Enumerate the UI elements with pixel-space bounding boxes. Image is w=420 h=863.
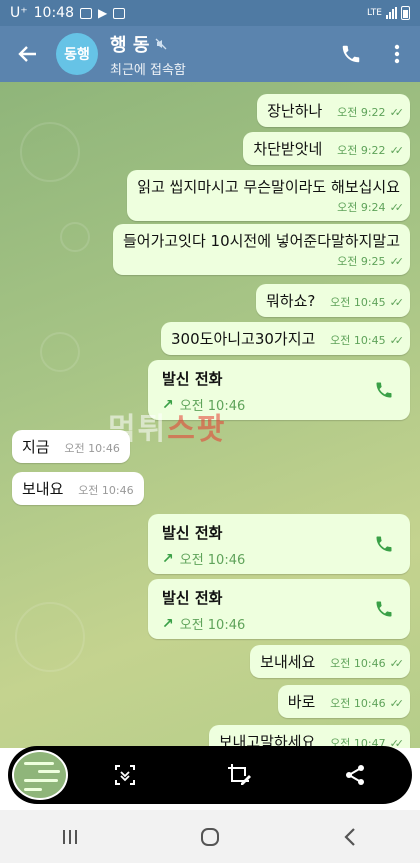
system-back-button[interactable] <box>310 812 390 862</box>
outgoing-message[interactable]: 보내고말하세요 오전 10:47 ✓✓ <box>208 725 410 748</box>
avatar-initials: 동행 <box>64 47 90 63</box>
read-ticks-icon: ✓✓ <box>389 334 405 347</box>
message-time: 오전 10:46 <box>64 442 120 455</box>
read-ticks-icon: ✓✓ <box>389 296 405 309</box>
message-text: 차단받앗네 <box>253 140 323 158</box>
call-time: 오전 10:46 <box>179 618 246 633</box>
background-doodle <box>20 122 80 182</box>
message-time: 오전 10:45 ✓✓ <box>330 334 405 347</box>
call-meta: ↗ 오전 10:46 <box>162 549 396 569</box>
crop-edit-icon <box>228 764 251 785</box>
message-time: 오전 9:25 ✓✓ <box>337 255 405 268</box>
scroll-capture-icon <box>115 765 136 785</box>
message-time: 오전 10:45 ✓✓ <box>330 296 405 309</box>
screenshot-thumbnail[interactable] <box>12 750 68 800</box>
carrier-label: U⁺ <box>10 5 28 21</box>
background-doodle <box>15 602 85 672</box>
message-time: 오전 9:22 ✓✓ <box>337 106 405 119</box>
more-vertical-icon <box>394 44 400 64</box>
recents-icon <box>63 829 77 844</box>
back-button[interactable] <box>0 26 56 82</box>
media-notification-icon: ▶ <box>98 6 108 20</box>
outgoing-message[interactable]: 읽고 씹지마시고 무슨말이라도 해보십시요 오전 9:24 ✓✓ <box>127 170 410 221</box>
call-meta: ↗ 오전 10:46 <box>162 614 396 634</box>
read-ticks-icon: ✓✓ <box>389 144 405 157</box>
back-arrow-icon <box>18 46 36 62</box>
chat-header: 동행 행 동 최근에 접속함 <box>0 26 420 82</box>
outgoing-message[interactable]: 300도아니고30가지고 오전 10:45 ✓✓ <box>161 322 410 355</box>
system-navigation-bar <box>0 810 420 863</box>
call-title: 발신 전화 <box>162 524 223 542</box>
phone-icon <box>342 45 360 63</box>
message-text: 300도아니고30가지고 <box>171 330 316 348</box>
incoming-message[interactable]: 지금 오전 10:46 <box>12 430 130 463</box>
crop-edit-button[interactable] <box>183 746 298 804</box>
read-ticks-icon: ✓✓ <box>389 106 405 119</box>
read-ticks-icon: ✓✓ <box>389 697 405 710</box>
message-text: 보내세요 <box>260 653 316 671</box>
call-title: 발신 전화 <box>162 370 223 388</box>
outgoing-call-message[interactable]: 발신 전화 ↗ 오전 10:46 <box>148 579 410 639</box>
message-text: 장난하나 <box>267 102 323 120</box>
call-time: 오전 10:46 <box>179 553 246 568</box>
message-time: 오전 9:22 ✓✓ <box>337 144 405 157</box>
home-button[interactable] <box>170 812 250 862</box>
read-ticks-icon: ✓✓ <box>389 657 405 670</box>
incoming-message[interactable]: 보내요 오전 10:46 <box>12 472 144 505</box>
back-chevron-icon <box>344 827 355 846</box>
background-doodle <box>60 222 90 252</box>
chat-name: 행 동 <box>110 34 150 56</box>
message-text: 읽고 씹지마시고 무슨말이라도 해보십시요 <box>137 178 400 196</box>
scroll-capture-button[interactable] <box>68 746 183 804</box>
more-menu-button[interactable] <box>374 26 420 82</box>
phone-icon[interactable] <box>374 534 394 554</box>
chat-title-block[interactable]: 행 동 최근에 접속함 <box>110 31 328 78</box>
message-text: 바로 <box>287 693 316 711</box>
app-notification-icon <box>113 7 126 19</box>
background-doodle <box>40 332 80 372</box>
share-button[interactable] <box>297 746 412 804</box>
message-list[interactable]: 장난하나 오전 9:22 ✓✓ 차단받앗네 오전 9:22 ✓✓ 읽고 씹지마시고 … <box>0 82 420 748</box>
outgoing-message[interactable]: 들어가고잇다 10시전에 넣어준다말하지말고 오전 9:25 ✓✓ <box>112 224 410 275</box>
share-icon <box>345 765 364 785</box>
mute-icon <box>155 38 167 49</box>
outgoing-arrow-icon: ↗ <box>162 550 174 567</box>
phone-icon[interactable] <box>374 599 394 619</box>
read-ticks-icon: ✓✓ <box>389 201 405 214</box>
call-title: 발신 전화 <box>162 589 223 607</box>
message-text: 들어가고잇다 10시전에 넣어준다말하지말고 <box>122 232 400 250</box>
home-icon <box>201 827 219 846</box>
message-text: 뭐하쇼? <box>265 292 316 310</box>
message-text: 보내요 <box>22 480 64 498</box>
outgoing-message[interactable]: 뭐하쇼? 오전 10:45 ✓✓ <box>255 284 410 317</box>
phone-icon[interactable] <box>374 380 394 400</box>
message-time: 오전 10:46 ✓✓ <box>330 697 405 710</box>
call-button[interactable] <box>328 26 374 82</box>
message-text: 지금 <box>22 438 50 456</box>
gallery-notification-icon <box>80 7 92 19</box>
signal-icon <box>386 7 397 19</box>
outgoing-message[interactable]: 차단받앗네 오전 9:22 ✓✓ <box>243 132 410 165</box>
avatar[interactable]: 동행 <box>56 33 98 75</box>
outgoing-message[interactable]: 장난하나 오전 9:22 ✓✓ <box>257 94 410 127</box>
outgoing-message[interactable]: 보내세요 오전 10:46 ✓✓ <box>250 645 410 678</box>
network-type: LTE <box>367 8 382 18</box>
status-bar: U⁺ 10:48 ▶ LTE <box>0 0 420 26</box>
message-time: 오전 9:24 ✓✓ <box>337 201 405 214</box>
read-ticks-icon: ✓✓ <box>389 255 405 268</box>
outgoing-arrow-icon: ↗ <box>162 615 174 632</box>
battery-icon <box>401 6 410 20</box>
clock: 10:48 <box>33 5 74 21</box>
outgoing-message[interactable]: 바로 오전 10:46 ✓✓ <box>277 685 410 718</box>
screenshot-toolbar <box>8 746 412 804</box>
message-time: 오전 10:46 ✓✓ <box>330 657 405 670</box>
recent-apps-button[interactable] <box>30 812 110 862</box>
chat-status: 최근에 접속함 <box>110 62 186 78</box>
outgoing-call-message[interactable]: 발신 전화 ↗ 오전 10:46 <box>148 514 410 574</box>
message-time: 오전 10:46 <box>78 484 134 497</box>
